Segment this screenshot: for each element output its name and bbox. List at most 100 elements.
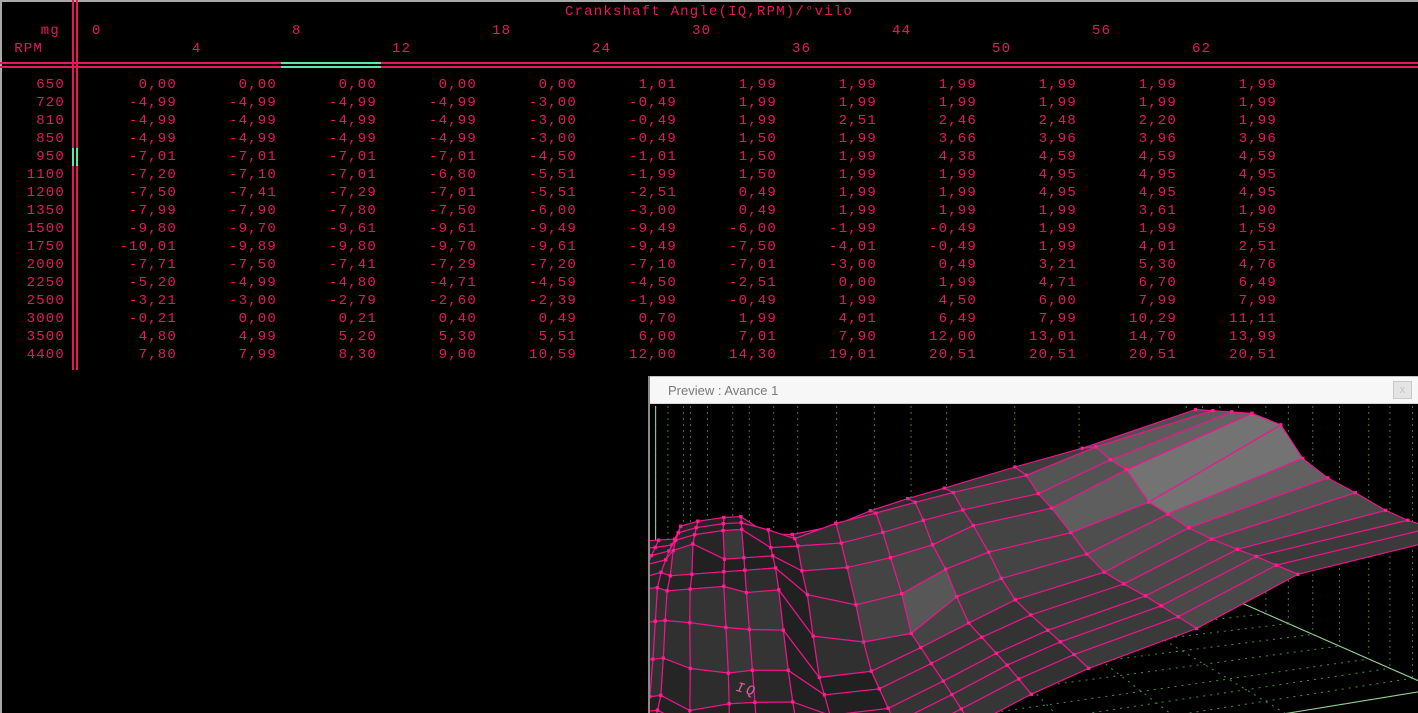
rpm-row-header[interactable]: 1350 (0, 202, 65, 220)
value-cell[interactable]: 2,48 (981, 112, 1077, 130)
value-cell[interactable]: -7,10 (181, 166, 277, 184)
rpm-row-header[interactable]: 810 (0, 112, 65, 130)
value-cell[interactable]: 0,40 (381, 310, 477, 328)
value-cell[interactable]: -4,50 (581, 274, 677, 292)
value-cell[interactable]: 1,99 (781, 166, 877, 184)
value-cell[interactable]: 4,76 (1181, 256, 1277, 274)
value-cell[interactable]: 0,21 (281, 310, 377, 328)
value-cell[interactable]: 7,90 (781, 328, 877, 346)
value-cell[interactable]: -9,61 (281, 220, 377, 238)
value-cell[interactable]: -5,51 (481, 184, 577, 202)
value-cell[interactable]: 7,99 (181, 346, 277, 364)
value-cell[interactable]: 7,99 (1181, 292, 1277, 310)
value-cell[interactable]: 4,80 (81, 328, 177, 346)
value-cell[interactable]: -7,41 (281, 256, 377, 274)
value-cell[interactable]: 1,99 (881, 184, 977, 202)
value-cell[interactable]: 1,99 (781, 292, 877, 310)
value-cell[interactable]: -3,00 (481, 94, 577, 112)
iq-column-header[interactable]: 36 (792, 41, 811, 57)
value-cell[interactable]: 4,59 (1181, 148, 1277, 166)
value-cell[interactable]: 2,51 (781, 112, 877, 130)
value-cell[interactable]: 20,51 (881, 346, 977, 364)
rpm-row-header[interactable]: 4400 (0, 346, 65, 364)
value-cell[interactable]: -7,01 (81, 148, 177, 166)
value-cell[interactable]: -2,39 (481, 292, 577, 310)
rpm-row-header[interactable]: 1500 (0, 220, 65, 238)
value-cell[interactable]: 1,01 (581, 76, 677, 94)
value-cell[interactable]: -4,99 (181, 94, 277, 112)
value-cell[interactable]: 20,51 (1081, 346, 1177, 364)
value-cell[interactable]: 8,30 (281, 346, 377, 364)
value-cell[interactable]: 6,00 (581, 328, 677, 346)
value-cell[interactable]: -0,21 (81, 310, 177, 328)
value-cell[interactable]: 0,49 (881, 256, 977, 274)
value-cell[interactable]: 3,66 (881, 130, 977, 148)
value-cell[interactable]: -4,99 (81, 112, 177, 130)
value-cell[interactable]: 1,50 (681, 166, 777, 184)
value-cell[interactable]: -2,51 (581, 184, 677, 202)
value-cell[interactable]: -7,80 (281, 202, 377, 220)
value-cell[interactable]: 1,99 (881, 274, 977, 292)
value-cell[interactable]: 1,99 (881, 76, 977, 94)
value-cell[interactable]: 0,49 (481, 310, 577, 328)
value-cell[interactable]: -0,49 (681, 292, 777, 310)
value-cell[interactable]: 1,99 (1181, 112, 1277, 130)
preview-titlebar[interactable]: Preview : Avance 1 x (650, 376, 1418, 404)
value-cell[interactable]: 0,00 (481, 76, 577, 94)
value-cell[interactable]: -3,00 (481, 130, 577, 148)
value-cell[interactable]: 10,29 (1081, 310, 1177, 328)
value-cell[interactable]: 3,21 (981, 256, 1077, 274)
value-cell[interactable]: 3,96 (1181, 130, 1277, 148)
rpm-row-header[interactable]: 2000 (0, 256, 65, 274)
value-cell[interactable]: -1,99 (581, 166, 677, 184)
value-cell[interactable]: -7,41 (181, 184, 277, 202)
value-cell[interactable]: 4,95 (1081, 166, 1177, 184)
iq-column-header[interactable]: 18 (492, 23, 511, 39)
value-cell[interactable]: -6,00 (481, 202, 577, 220)
value-cell[interactable]: 4,59 (1081, 148, 1177, 166)
value-cell[interactable]: -7,90 (181, 202, 277, 220)
value-cell[interactable]: -9,61 (481, 238, 577, 256)
value-cell[interactable]: 7,80 (81, 346, 177, 364)
value-cell[interactable]: 20,51 (1181, 346, 1277, 364)
preview-close-button[interactable]: x (1393, 381, 1412, 399)
value-cell[interactable]: 0,00 (281, 76, 377, 94)
value-cell[interactable]: 3,61 (1081, 202, 1177, 220)
value-cell[interactable]: -10,01 (81, 238, 177, 256)
value-cell[interactable]: 1,99 (1181, 94, 1277, 112)
value-cell[interactable]: 1,99 (1181, 76, 1277, 94)
value-cell[interactable]: 1,99 (781, 184, 877, 202)
value-cell[interactable]: -3,00 (781, 256, 877, 274)
value-cell[interactable]: -4,99 (281, 112, 377, 130)
value-cell[interactable]: 7,99 (1081, 292, 1177, 310)
value-cell[interactable]: 2,46 (881, 112, 977, 130)
value-cell[interactable]: 1,99 (981, 94, 1077, 112)
value-cell[interactable]: 1,99 (681, 112, 777, 130)
value-cell[interactable]: -5,51 (481, 166, 577, 184)
value-cell[interactable]: 4,59 (981, 148, 1077, 166)
rpm-row-header[interactable]: 2250 (0, 274, 65, 292)
value-cell[interactable]: 4,38 (881, 148, 977, 166)
iq-column-header[interactable]: 44 (892, 23, 911, 39)
rpm-row-header[interactable]: 850 (0, 130, 65, 148)
value-cell[interactable]: -4,99 (181, 112, 277, 130)
value-cell[interactable]: 9,00 (381, 346, 477, 364)
value-cell[interactable]: 2,20 (1081, 112, 1177, 130)
value-cell[interactable]: -3,00 (481, 112, 577, 130)
value-cell[interactable]: -7,29 (381, 256, 477, 274)
value-cell[interactable]: -9,49 (581, 220, 677, 238)
value-cell[interactable]: -4,99 (381, 94, 477, 112)
value-cell[interactable]: 1,99 (881, 94, 977, 112)
value-cell[interactable]: 4,50 (881, 292, 977, 310)
value-cell[interactable]: 1,99 (1081, 220, 1177, 238)
value-cell[interactable]: 0,00 (81, 76, 177, 94)
value-cell[interactable]: 1,99 (681, 310, 777, 328)
value-cell[interactable]: 4,95 (981, 184, 1077, 202)
value-cell[interactable]: 0,00 (781, 274, 877, 292)
value-cell[interactable]: -4,99 (281, 94, 377, 112)
iq-column-header[interactable]: 50 (992, 41, 1011, 57)
value-cell[interactable]: 1,50 (681, 148, 777, 166)
value-cell[interactable]: -0,49 (581, 130, 677, 148)
value-cell[interactable]: 10,59 (481, 346, 577, 364)
value-cell[interactable]: -4,80 (281, 274, 377, 292)
